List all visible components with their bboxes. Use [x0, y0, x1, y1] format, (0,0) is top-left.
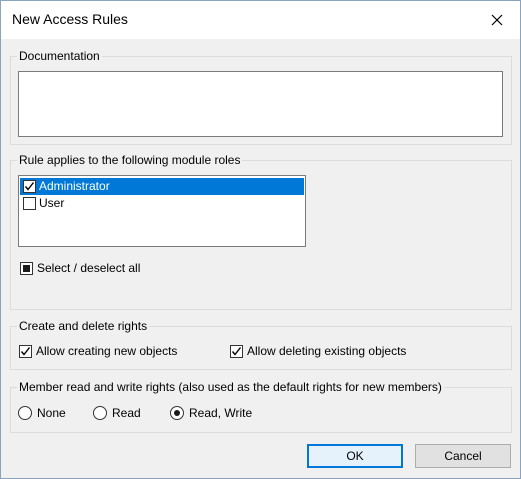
allow-create-label: Allow creating new objects — [36, 344, 178, 358]
role-item-user[interactable]: User — [20, 195, 304, 212]
role-checkbox-administrator[interactable] — [23, 180, 36, 193]
title-bar: New Access Rules — [1, 1, 520, 39]
radio-none-label: None — [37, 406, 66, 420]
create-delete-legend: Create and delete rights — [17, 319, 150, 333]
radio-none-circle — [18, 406, 32, 420]
allow-delete-checkbox[interactable]: Allow deleting existing objects — [230, 343, 406, 359]
role-checkbox-user[interactable] — [23, 197, 36, 210]
cancel-button[interactable]: Cancel — [415, 444, 511, 468]
role-label-administrator: Administrator — [39, 179, 110, 193]
checkmark-icon — [20, 346, 31, 356]
allow-delete-label: Allow deleting existing objects — [247, 344, 407, 358]
select-all-label: Select / deselect all — [37, 261, 141, 275]
window-title: New Access Rules — [12, 11, 128, 27]
checkmark-icon — [24, 182, 35, 191]
radio-read[interactable]: Read — [93, 405, 141, 421]
documentation-legend: Documentation — [17, 49, 102, 63]
role-item-administrator[interactable]: Administrator — [20, 178, 304, 195]
allow-create-checkbox[interactable]: Allow creating new objects — [19, 343, 177, 359]
documentation-textarea[interactable] — [18, 71, 503, 137]
select-all-checkbox[interactable]: Select / deselect all — [20, 260, 140, 276]
member-rights-legend: Member read and write rights (also used … — [17, 380, 444, 394]
module-roles-legend: Rule applies to the following module rol… — [17, 153, 243, 167]
radio-read-label: Read — [112, 406, 141, 420]
radio-read-write-circle — [170, 406, 184, 420]
radio-read-circle — [93, 406, 107, 420]
radio-read-write-label: Read, Write — [189, 406, 253, 420]
radio-read-write[interactable]: Read, Write — [170, 405, 252, 421]
ok-button[interactable]: OK — [307, 444, 403, 468]
checkmark-icon — [231, 346, 242, 356]
allow-create-box — [19, 344, 32, 358]
module-roles-list[interactable]: Administrator User — [18, 175, 306, 247]
allow-delete-box — [230, 344, 243, 358]
close-button[interactable] — [474, 1, 520, 39]
member-rights-group: Member read and write rights (also used … — [10, 380, 512, 433]
indeterminate-checkbox-icon — [20, 261, 33, 275]
role-label-user: User — [39, 196, 65, 210]
close-icon — [491, 14, 503, 26]
dialog-window: New Access Rules Documentation Rule appl… — [0, 0, 521, 479]
radio-none[interactable]: None — [18, 405, 66, 421]
